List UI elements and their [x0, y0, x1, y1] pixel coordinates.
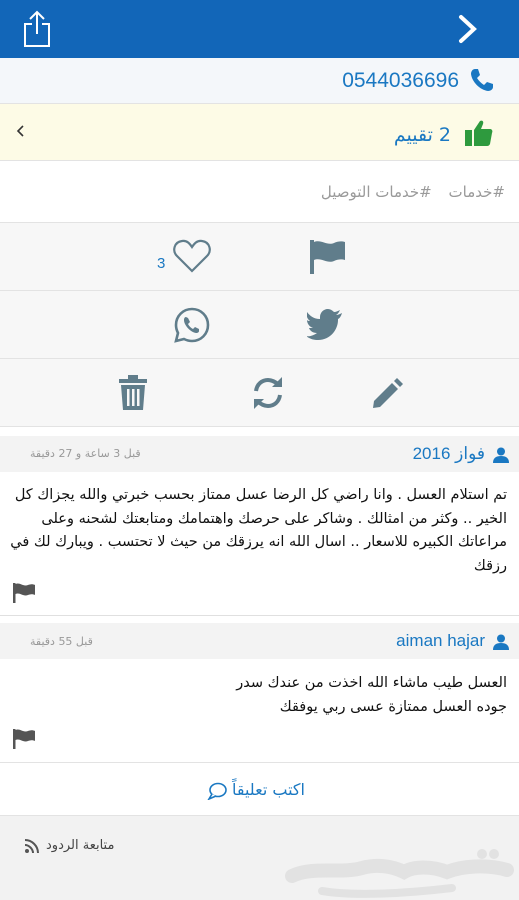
comment-header: aiman hajar قبل 55 دقيقة	[0, 623, 519, 659]
flag-icon[interactable]	[12, 582, 36, 604]
share-icon[interactable]	[22, 10, 52, 48]
comment-bubble-icon	[207, 782, 227, 800]
rating-label[interactable]: 2 تقييم	[394, 124, 451, 146]
thumbs-up-icon	[465, 120, 493, 146]
tag[interactable]: #خدمات	[449, 183, 505, 201]
write-comment-label[interactable]: اكتب تعليقاً	[232, 780, 305, 799]
comment-time: قبل 3 ساعة و 27 دقيقة	[30, 447, 141, 460]
write-comment-button[interactable]: اكتب تعليقاً	[0, 762, 519, 816]
pencil-icon[interactable]	[370, 377, 404, 411]
flag-icon[interactable]	[12, 728, 36, 750]
follow-replies-label[interactable]: متابعة الردود	[46, 838, 114, 853]
whatsapp-icon[interactable]	[173, 306, 211, 344]
rating-row[interactable]: 2 تقييم	[0, 104, 519, 161]
top-bar	[0, 0, 519, 58]
phone-row[interactable]: 0544036696	[0, 58, 519, 104]
user-icon	[493, 634, 509, 650]
chevron-left-icon	[16, 125, 24, 137]
comment-author[interactable]: aiman hajar	[396, 631, 485, 651]
rss-icon[interactable]	[25, 839, 39, 853]
phone-icon	[471, 69, 493, 91]
phone-number[interactable]: 0544036696	[342, 69, 459, 93]
comment-time: قبل 55 دقيقة	[30, 635, 93, 648]
tags-row: #خدمات #خدمات التوصيل	[0, 161, 519, 223]
comment-text: تم استلام العسل . وانا راضي كل الرضا عسل…	[10, 487, 507, 574]
flag-icon[interactable]	[307, 238, 347, 276]
action-row-3	[0, 359, 519, 427]
twitter-icon[interactable]	[307, 309, 343, 341]
comment-author[interactable]: فواز 2016	[413, 444, 485, 464]
user-icon	[493, 447, 509, 463]
comment-text: العسل طيب ماشاء الله اخذت من عندك سدر جو…	[236, 675, 507, 715]
logo	[285, 849, 514, 898]
divider	[0, 615, 519, 616]
footer: متابعة الردود	[0, 816, 519, 900]
tag-list: #خدمات #خدمات التوصيل	[309, 183, 505, 201]
comment-header: فواز 2016 قبل 3 ساعة و 27 دقيقة	[0, 436, 519, 472]
tag[interactable]: #خدمات التوصيل	[321, 183, 432, 201]
like-count: 3	[157, 255, 166, 272]
action-row-1: 3	[0, 223, 519, 291]
chevron-right-icon[interactable]	[455, 14, 481, 44]
action-row-2	[0, 291, 519, 359]
refresh-icon[interactable]	[251, 376, 285, 410]
trash-icon[interactable]	[118, 375, 148, 411]
heart-icon[interactable]	[172, 238, 212, 274]
